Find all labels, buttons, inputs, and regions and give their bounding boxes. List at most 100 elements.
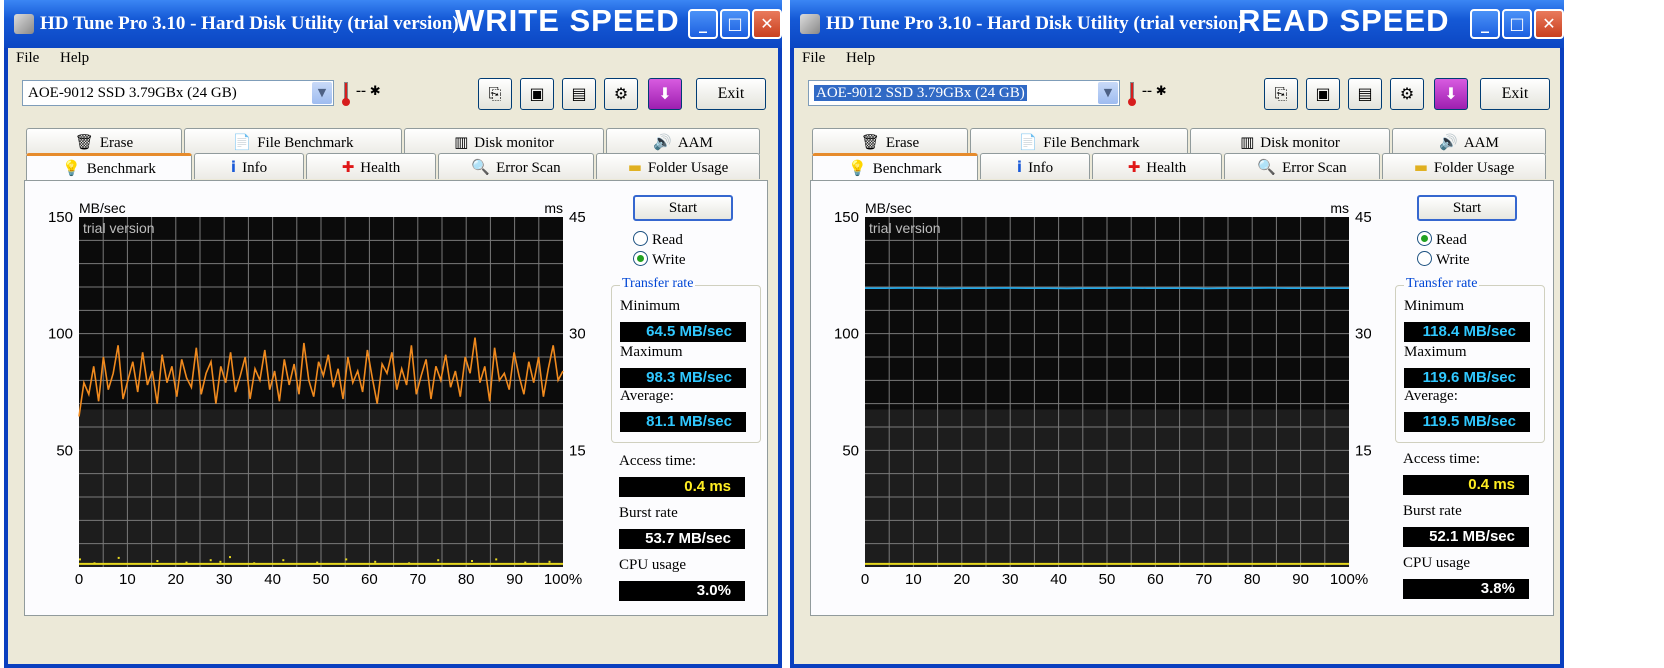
x-tick-label: 20 bbox=[167, 571, 184, 588]
cpu-usage-label: CPU usage bbox=[1403, 555, 1471, 571]
tab-row-bottom: 💡 Benchmark i Info ✚ Health 🔍 Error Scan ▬ Fo… bbox=[22, 153, 766, 182]
transfer-rate-title: Transfer rate bbox=[1404, 276, 1480, 292]
access-time-value: 0.4 ms bbox=[1403, 475, 1529, 495]
save-icon[interactable]: ▤ bbox=[562, 78, 596, 110]
title-bar[interactable]: HD Tune Pro 3.10 - Hard Disk Utility (tr… bbox=[790, 0, 1564, 48]
access-time-point bbox=[93, 562, 96, 565]
radio-write[interactable]: Write bbox=[633, 251, 686, 269]
maximize-icon[interactable]: □ bbox=[720, 9, 750, 39]
x-tick-label: 0 bbox=[861, 571, 869, 588]
tab-health[interactable]: ✚ Health bbox=[1092, 153, 1222, 179]
chart-watermark: trial version bbox=[83, 220, 155, 236]
menu-help[interactable]: Help bbox=[60, 50, 89, 67]
tab-folder-usage[interactable]: ▬ Folder Usage bbox=[1382, 153, 1546, 179]
x-tick-label: 50 bbox=[1099, 571, 1116, 588]
tab-aam[interactable]: 🔊 AAM bbox=[1392, 128, 1546, 154]
drive-select[interactable]: AOE-9012 SSD 3.79GBx (24 GB) ▼ bbox=[808, 80, 1120, 106]
access-time-point bbox=[156, 560, 159, 562]
x-tick-label: 90 bbox=[1292, 571, 1309, 588]
chevron-down-icon[interactable]: ▼ bbox=[1098, 82, 1118, 104]
access-time-point bbox=[117, 556, 120, 559]
access-time-label: Access time: bbox=[619, 453, 697, 469]
menu-file[interactable]: File bbox=[16, 50, 39, 67]
save-icon[interactable]: ▤ bbox=[1348, 78, 1382, 110]
x-tick-label: 100% bbox=[544, 571, 582, 588]
read-speed-window: HD Tune Pro 3.10 - Hard Disk Utility (tr… bbox=[790, 0, 1564, 668]
tab-aam[interactable]: 🔊 AAM bbox=[606, 128, 760, 154]
tab-error-scan[interactable]: 🔍 Error Scan bbox=[438, 153, 594, 179]
y2-axis-label: ms bbox=[1330, 200, 1349, 216]
minimize-icon[interactable]: _ bbox=[1470, 9, 1500, 39]
burst-rate-label: Burst rate bbox=[619, 505, 678, 521]
drive-select[interactable]: AOE-9012 SSD 3.79GBx (24 GB) ▼ bbox=[22, 80, 334, 106]
download-icon[interactable]: ⬇ bbox=[648, 78, 682, 110]
radio-write[interactable]: Write bbox=[1417, 251, 1470, 269]
speaker-icon: 🔊 bbox=[653, 133, 672, 151]
x-tick-label: 70 bbox=[1195, 571, 1212, 588]
tab-info[interactable]: i Info bbox=[980, 153, 1090, 179]
tab-file-benchmark[interactable]: 📄 File Benchmark bbox=[970, 128, 1188, 154]
y2-tick-label: 30 bbox=[569, 326, 585, 343]
disk-monitor-icon: ▥ bbox=[1240, 133, 1255, 151]
x-tick-label: 40 bbox=[1050, 571, 1067, 588]
tab-benchmark[interactable]: 💡 Benchmark bbox=[812, 153, 978, 182]
x-tick-label: 40 bbox=[264, 571, 281, 588]
chevron-down-icon[interactable]: ▼ bbox=[312, 82, 332, 104]
health-cross-icon: ✚ bbox=[1127, 158, 1141, 176]
title-bar[interactable]: HD Tune Pro 3.10 - Hard Disk Utility (tr… bbox=[4, 0, 782, 48]
maximize-icon[interactable]: □ bbox=[1502, 9, 1532, 39]
thermometer-icon bbox=[342, 82, 350, 106]
tab-disk-monitor[interactable]: ▥ Disk monitor bbox=[1190, 128, 1390, 154]
tab-file-benchmark[interactable]: 📄 File Benchmark bbox=[184, 128, 402, 154]
access-time-label: Access time: bbox=[1403, 451, 1481, 467]
tab-erase[interactable]: 🗑 Erase bbox=[26, 128, 182, 154]
options-icon[interactable]: ⚙ bbox=[1390, 78, 1424, 110]
radio-read[interactable]: Read bbox=[633, 231, 683, 249]
copy-info-icon[interactable]: ⎘ bbox=[478, 78, 512, 110]
copy-info-icon[interactable]: ⎘ bbox=[1264, 78, 1298, 110]
tab-error-scan[interactable]: 🔍 Error Scan bbox=[1224, 153, 1380, 179]
y-axis-label: MB/sec bbox=[79, 200, 126, 216]
temperature-value: -- ✱ bbox=[1142, 83, 1167, 99]
tab-folder-usage[interactable]: ▬ Folder Usage bbox=[596, 153, 760, 179]
magnifier-icon: 🔍 bbox=[471, 158, 491, 176]
tab-info[interactable]: i Info bbox=[194, 153, 304, 179]
benchmark-panel: trial version MB/sec ms 50 100 150 15 30 45 0 10 20… bbox=[810, 180, 1554, 616]
access-time-point bbox=[229, 556, 231, 559]
access-time-point bbox=[495, 558, 498, 561]
close-icon[interactable]: ✕ bbox=[752, 9, 782, 39]
transfer-rate-line bbox=[865, 287, 1349, 290]
x-tick-label: 70 bbox=[409, 571, 426, 588]
tab-erase[interactable]: 🗑 Erase bbox=[812, 128, 968, 154]
start-button[interactable]: Start bbox=[633, 195, 733, 221]
chart-watermark: trial version bbox=[869, 220, 941, 236]
options-icon[interactable]: ⚙ bbox=[604, 78, 638, 110]
info-icon: i bbox=[230, 158, 237, 176]
access-time-point bbox=[345, 558, 348, 561]
health-cross-icon: ✚ bbox=[341, 158, 355, 176]
minimize-icon[interactable]: _ bbox=[688, 9, 718, 39]
minimum-label: Minimum bbox=[1404, 298, 1465, 314]
minimum-label: Minimum bbox=[620, 298, 681, 314]
tab-disk-monitor[interactable]: ▥ Disk monitor bbox=[404, 128, 604, 154]
close-icon[interactable]: ✕ bbox=[1534, 9, 1564, 39]
tab-benchmark[interactable]: 💡 Benchmark bbox=[26, 153, 192, 182]
y-tick-label: 50 bbox=[56, 442, 73, 459]
tab-health[interactable]: ✚ Health bbox=[306, 153, 436, 179]
start-button[interactable]: Start bbox=[1417, 195, 1517, 221]
radio-read[interactable]: Read bbox=[1417, 231, 1467, 249]
transfer-rate-group: Transfer rate Minimum 64.5 MB/sec Maximu… bbox=[611, 276, 761, 443]
file-benchmark-icon: 📄 bbox=[232, 133, 252, 151]
copy-screenshot-icon[interactable]: ▣ bbox=[520, 78, 554, 110]
x-tick-label: 10 bbox=[119, 571, 136, 588]
drive-select-value: AOE-9012 SSD 3.79GBx (24 GB) bbox=[28, 85, 237, 101]
copy-screenshot-icon[interactable]: ▣ bbox=[1306, 78, 1340, 110]
y2-tick-label: 15 bbox=[569, 442, 585, 459]
menu-help[interactable]: Help bbox=[846, 50, 875, 67]
access-time-point bbox=[185, 561, 188, 564]
folder-icon: ▬ bbox=[1413, 158, 1428, 176]
exit-button[interactable]: Exit bbox=[1480, 78, 1550, 110]
exit-button[interactable]: Exit bbox=[696, 78, 766, 110]
menu-file[interactable]: File bbox=[802, 50, 825, 67]
download-icon[interactable]: ⬇ bbox=[1434, 78, 1468, 110]
